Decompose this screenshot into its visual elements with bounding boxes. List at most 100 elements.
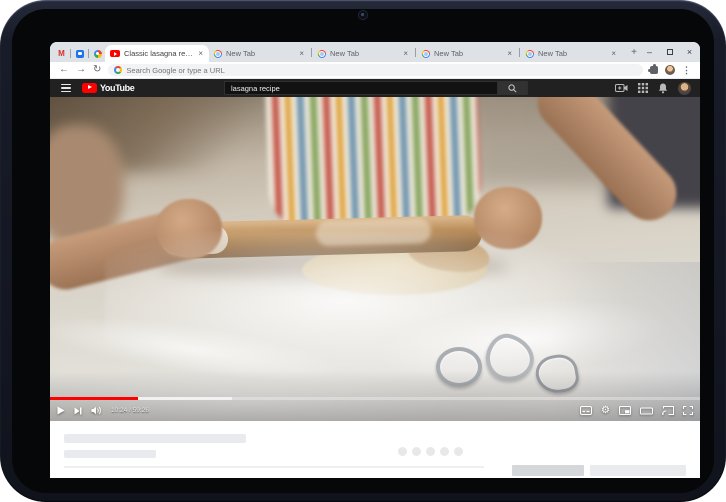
new-tab-favicon-icon <box>318 50 326 58</box>
pinned-tab-gmail[interactable]: M <box>54 45 69 62</box>
time-display: 10:24 / 59:26 <box>111 407 149 414</box>
chat-icon <box>76 50 84 58</box>
tab-title: New Tab <box>226 49 294 58</box>
forward-icon[interactable]: → <box>76 65 86 75</box>
settings-gear-icon: ⚙ <box>601 406 610 416</box>
youtube-header: YouTube <box>50 79 700 97</box>
tab-separator <box>311 48 312 57</box>
tab-close-icon[interactable]: × <box>402 49 409 58</box>
subtitles-button[interactable] <box>580 406 592 415</box>
google-g-icon <box>114 66 122 74</box>
address-input[interactable] <box>126 66 637 75</box>
youtube-search <box>224 81 528 95</box>
youtube-search-button[interactable] <box>498 81 528 95</box>
player-controls: 10:24 / 59:26 ⚙ <box>50 400 700 421</box>
next-button[interactable] <box>74 407 82 415</box>
fullscreen-button[interactable] <box>683 406 693 415</box>
play-button[interactable] <box>57 406 65 415</box>
tab-new-tab-2[interactable]: New Tab × <box>313 45 414 62</box>
skeleton-subtitle-bar <box>64 450 156 458</box>
settings-button[interactable]: ⚙ <box>601 406 610 416</box>
youtube-search-input[interactable] <box>224 81 498 95</box>
browser-profile-avatar[interactable] <box>665 65 675 75</box>
photos-icon <box>94 50 102 58</box>
browser-toolbar: ← → ↻ ⋮ <box>50 62 700 79</box>
extensions-puzzle-icon[interactable] <box>650 66 658 74</box>
tab-close-icon[interactable]: × <box>197 49 204 58</box>
window-controls: – × <box>645 42 694 62</box>
tab-title: Classic lasagna recipe - YouT <box>124 49 193 58</box>
tab-title: New Tab <box>538 49 606 58</box>
skeleton-divider <box>64 466 484 468</box>
address-bar[interactable] <box>108 64 643 76</box>
next-icon <box>74 407 82 415</box>
tab-separator <box>415 48 416 57</box>
close-window-button[interactable]: × <box>685 48 694 57</box>
theater-mode-icon <box>640 407 653 415</box>
tablet-device: M Classic lasagna recipe - YouT × <box>0 0 726 502</box>
pinned-tabs: M <box>54 45 105 62</box>
maximize-button[interactable] <box>665 49 674 55</box>
youtube-logo[interactable]: YouTube <box>82 83 134 94</box>
front-camera <box>359 11 367 19</box>
skeleton-dot <box>398 447 407 456</box>
cast-button[interactable] <box>662 406 674 415</box>
menu-hamburger-icon[interactable] <box>61 84 71 92</box>
device-screen: M Classic lasagna recipe - YouT × <box>12 9 714 493</box>
notifications-bell-icon[interactable] <box>658 83 668 94</box>
tab-close-icon[interactable]: × <box>506 49 513 58</box>
tab-title: New Tab <box>434 49 502 58</box>
youtube-header-actions <box>615 79 691 97</box>
miniplayer-button[interactable] <box>619 406 631 415</box>
new-tab-favicon-icon <box>422 50 430 58</box>
back-icon[interactable]: ← <box>59 65 69 75</box>
skeleton-title-bar <box>64 434 246 443</box>
skeleton-button-dark <box>512 465 584 476</box>
skeleton-action-dots <box>398 447 463 456</box>
tab-separator <box>519 48 520 57</box>
tab-new-tab-1[interactable]: New Tab × <box>209 45 310 62</box>
tab-active-youtube[interactable]: Classic lasagna recipe - YouT × <box>105 45 209 62</box>
skeleton-dot <box>426 447 435 456</box>
tab-close-icon[interactable]: × <box>610 49 617 58</box>
tab-close-icon[interactable]: × <box>298 49 305 58</box>
tab-title: New Tab <box>330 49 398 58</box>
new-tab-button[interactable]: + <box>626 44 642 60</box>
browser-menu-icon[interactable]: ⋮ <box>682 65 691 76</box>
new-tab-favicon-icon <box>214 50 222 58</box>
reload-icon[interactable]: ↻ <box>93 65 101 75</box>
tab-strip: M Classic lasagna recipe - YouT × <box>50 42 700 62</box>
play-icon <box>57 406 65 415</box>
skeleton-dot <box>412 447 421 456</box>
cast-icon <box>662 406 674 415</box>
account-avatar[interactable] <box>678 82 691 95</box>
youtube-play-icon <box>82 83 97 94</box>
pinned-tab-chat[interactable] <box>72 45 87 62</box>
volume-icon <box>91 406 102 415</box>
skeleton-button-light <box>590 465 686 476</box>
volume-button[interactable] <box>91 406 102 415</box>
tab-new-tab-3[interactable]: New Tab × <box>417 45 518 62</box>
maximize-icon <box>667 49 673 55</box>
subtitles-icon <box>580 406 592 415</box>
youtube-logo-text: YouTube <box>100 83 134 93</box>
tab-separator <box>70 49 71 58</box>
search-icon <box>508 84 517 93</box>
minimize-button[interactable]: – <box>645 48 654 57</box>
miniplayer-icon <box>619 406 631 415</box>
video-player[interactable]: 10:24 / 59:26 ⚙ <box>50 97 700 421</box>
browser-window: M Classic lasagna recipe - YouT × <box>50 42 700 478</box>
tab-new-tab-4[interactable]: New Tab × <box>521 45 622 62</box>
tab-separator <box>88 49 89 58</box>
skeleton-dot <box>454 447 463 456</box>
skeleton-dot <box>440 447 449 456</box>
video-info-panel <box>50 421 700 478</box>
apps-grid-icon[interactable] <box>638 83 648 93</box>
pinned-tab-photos[interactable] <box>90 45 105 62</box>
youtube-favicon-icon <box>110 50 120 57</box>
create-video-icon[interactable] <box>615 83 628 93</box>
fullscreen-icon <box>683 406 693 415</box>
gmail-icon: M <box>58 50 65 58</box>
theater-mode-button[interactable] <box>640 407 653 415</box>
new-tab-favicon-icon <box>526 50 534 58</box>
